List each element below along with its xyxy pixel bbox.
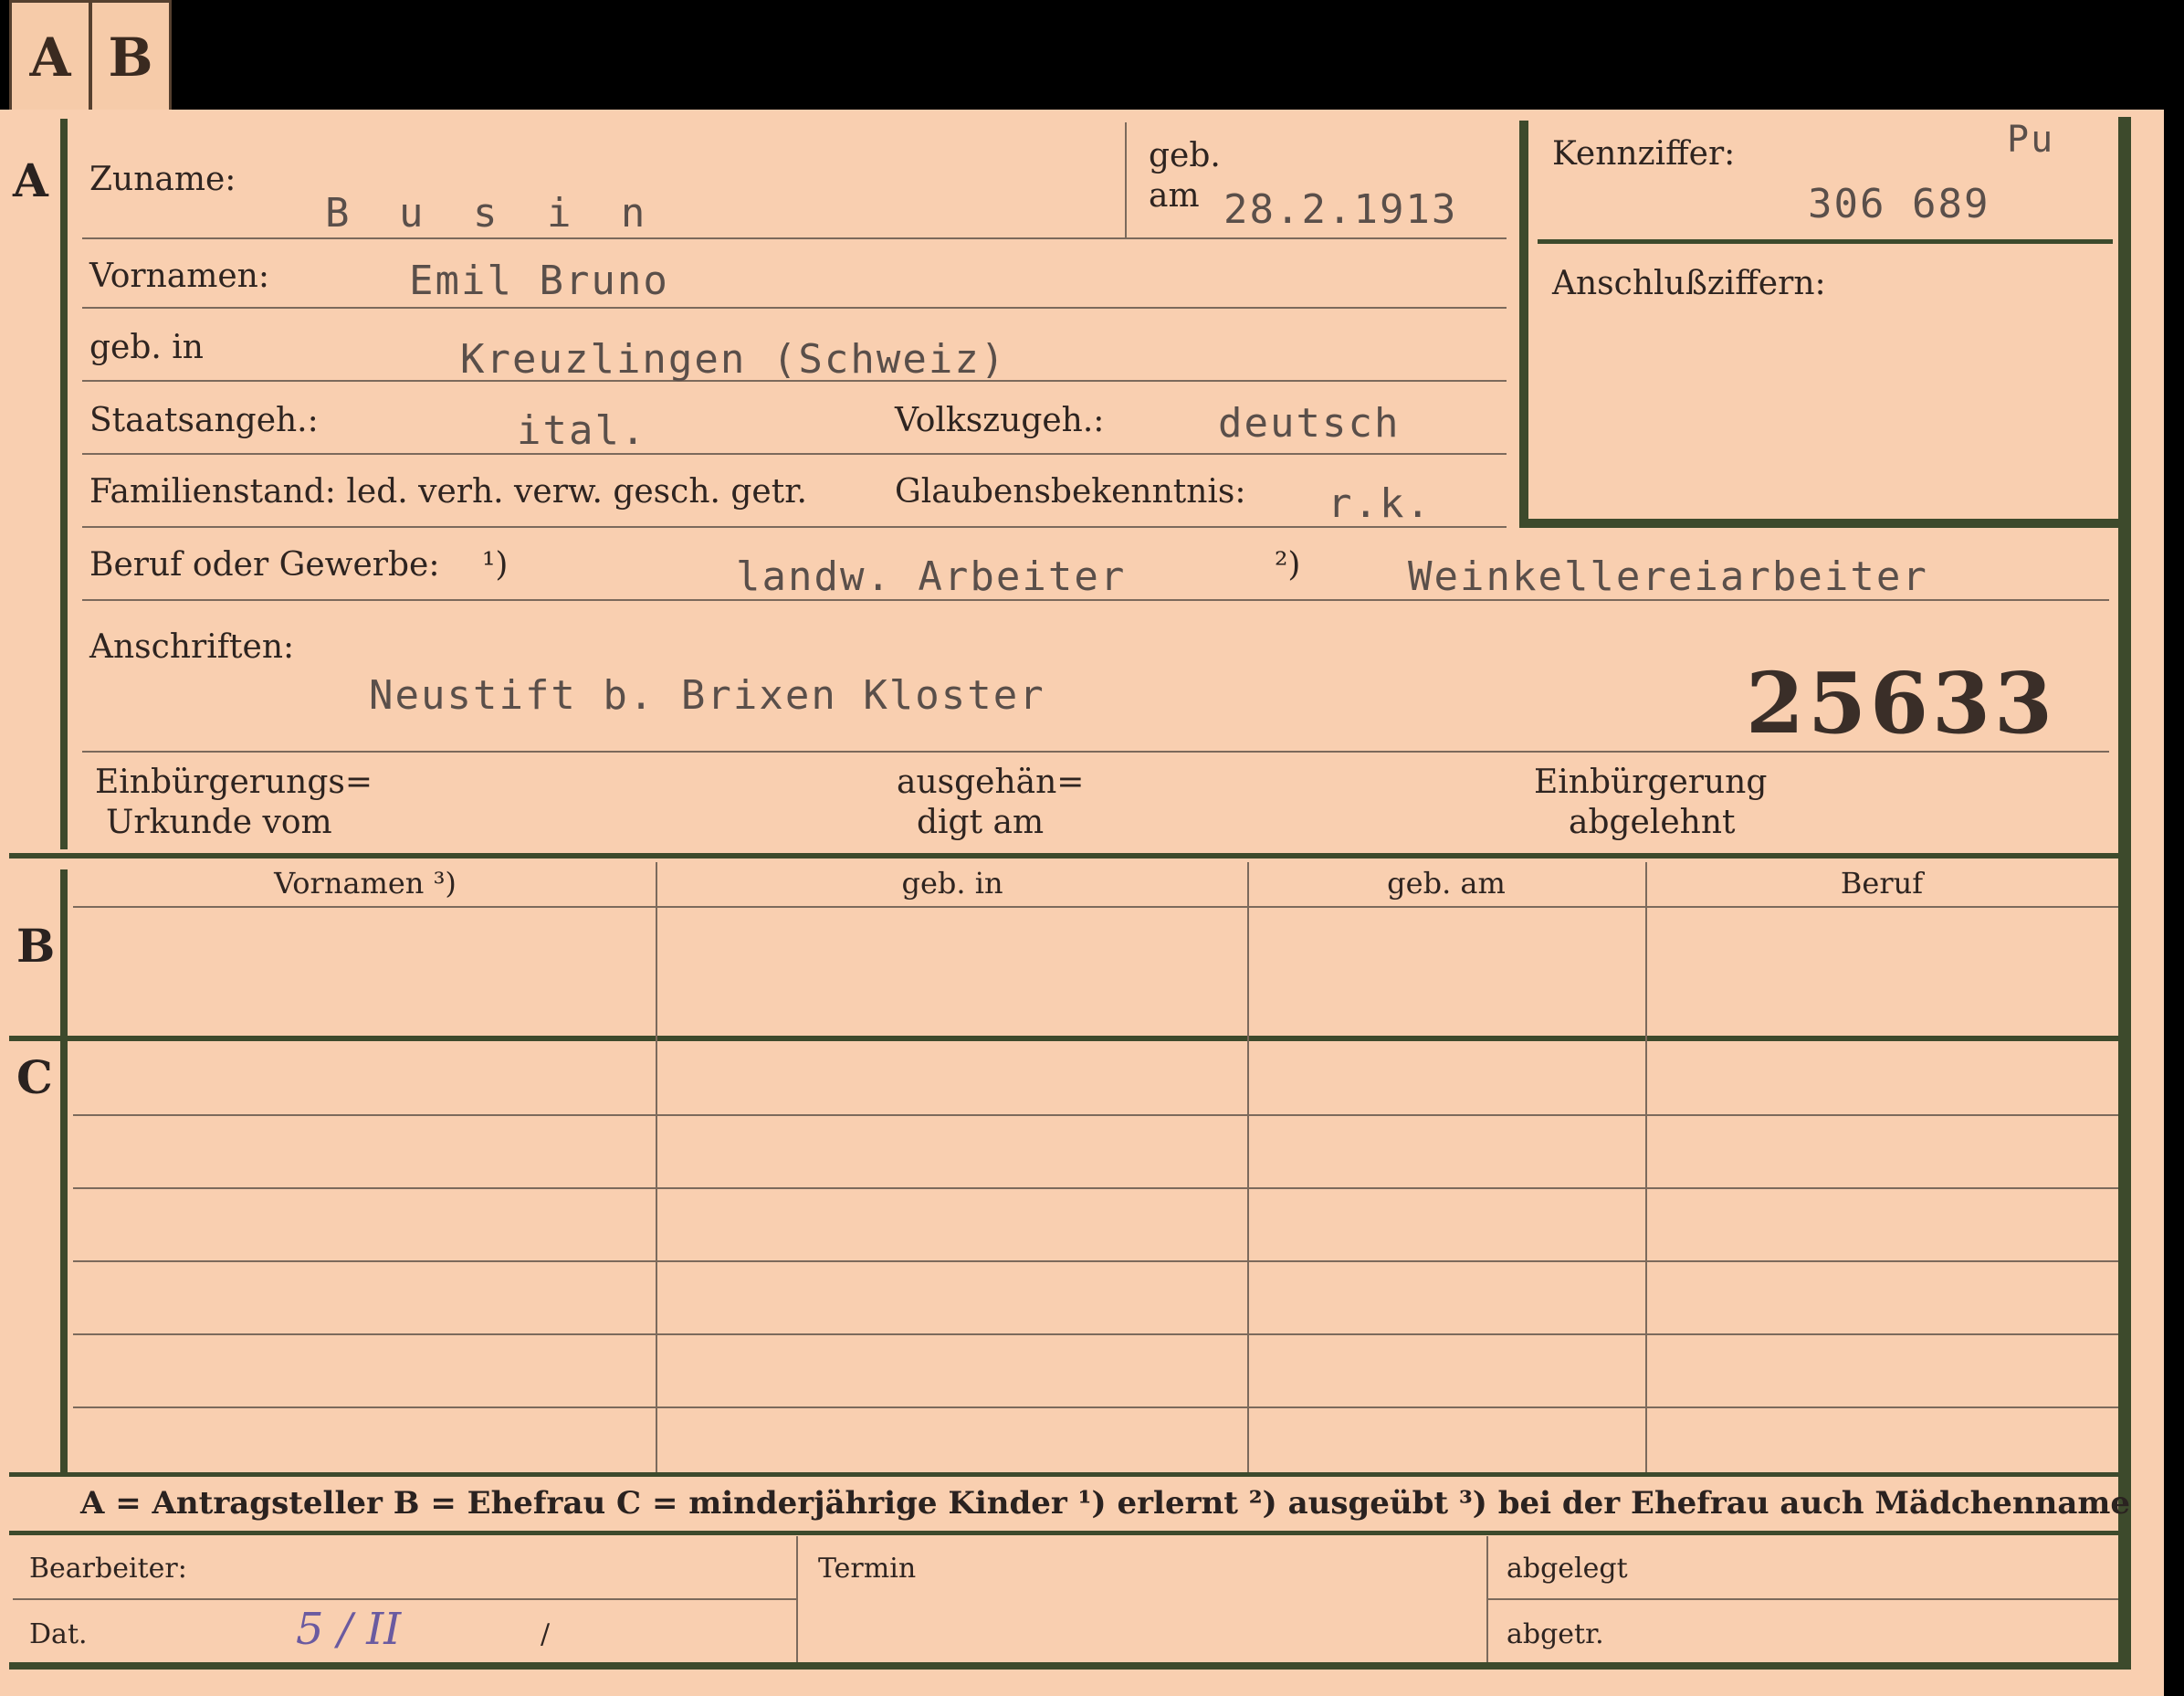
einbuergerung-abgelehnt-label-2: abgelehnt — [1569, 804, 1736, 841]
zuname-label: Zuname: — [89, 161, 236, 198]
geb-am-value: 28.2.1913 — [1223, 186, 1458, 233]
table-row-rule — [73, 1260, 2118, 1262]
kennziffer-box-left — [1519, 121, 1528, 528]
zuname-value: B u s i n — [325, 190, 658, 237]
footer-rule-left — [13, 1598, 796, 1600]
einbuergerungsurkunde-label-1: Einbürgerungs= — [95, 764, 373, 801]
kennziffer-box-bottom — [1519, 519, 2118, 528]
table-row-rule — [73, 1406, 2118, 1408]
vornamen-value: Emil Bruno — [409, 258, 669, 304]
anschlussziffern-label: Anschlußziffern: — [1552, 265, 1826, 302]
footer-rule-right — [1488, 1598, 2118, 1600]
anschrift-value: Neustift b. Brixen Kloster — [369, 672, 1045, 719]
glaubensbekenntnis-label: Glaubensbekenntnis: — [895, 473, 1246, 511]
ausgehaendigt-label-1: ausgehän= — [897, 764, 1085, 801]
rule-familienstand — [82, 526, 1507, 528]
ausgehaendigt-label-2: digt am — [917, 804, 1045, 841]
table-col-line-3 — [1645, 862, 1647, 1472]
staatsangeh-label: Staatsangeh.: — [89, 402, 319, 439]
dat-handwritten-value: 5 / II — [296, 1604, 402, 1655]
rule-vornamen — [82, 307, 1507, 309]
section-c-letter: C — [16, 1050, 53, 1104]
geb-in-value: Kreuzlingen (Schweiz) — [460, 336, 1007, 383]
table-header-vornamen: Vornamen ³) — [274, 866, 457, 901]
termin-label: Termin — [818, 1553, 917, 1585]
beruf-erlernt-value: landw. Arbeiter — [736, 553, 1127, 600]
section-bc-spine — [60, 869, 68, 1472]
table-col-line-1 — [656, 862, 657, 1472]
tab-a: A — [9, 0, 91, 115]
section-a-spine — [60, 119, 68, 849]
divider-legend-top — [9, 1472, 2124, 1477]
table-header-beruf: Beruf — [1840, 866, 1924, 901]
footer-col-line-1 — [796, 1536, 798, 1662]
beruf-label: Beruf oder Gewerbe: — [89, 546, 440, 584]
footnote-2-marker: ²) — [1275, 546, 1301, 584]
divider-legend-bottom — [9, 1531, 2124, 1535]
card-border-bottom — [9, 1662, 2131, 1670]
divider-b-c — [9, 1036, 2124, 1041]
geb-label: geb. — [1149, 137, 1221, 174]
table-row-rule — [73, 1187, 2118, 1189]
index-card — [0, 110, 2164, 1696]
table-header-geb-am: geb. am — [1387, 866, 1506, 901]
table-col-line-2 — [1247, 862, 1249, 1472]
staatsangeh-value: ital. — [517, 407, 647, 454]
card-number: 25633 — [1746, 654, 2057, 753]
table-header-geb-in: geb. in — [901, 866, 1003, 901]
bearbeiter-label: Bearbeiter: — [29, 1553, 187, 1585]
divider-a-b — [9, 853, 2124, 859]
glaubensbekenntnis-value: r.k. — [1328, 480, 1432, 527]
am-label: am — [1149, 177, 1200, 215]
volkszugeh-label: Volkszugeh.: — [895, 402, 1105, 439]
section-b-letter: B — [16, 919, 56, 973]
table-header-rule — [73, 906, 2118, 908]
einbuergerungsurkunde-label-2: Urkunde vom — [106, 804, 332, 841]
beruf-ausgeuebt-value: Weinkellereiarbeiter — [1408, 553, 1928, 600]
kennziffer-label: Kennziffer: — [1552, 135, 1736, 173]
dat-slash: / — [541, 1618, 551, 1650]
legend: A = Antragsteller B = Ehefrau C = minder… — [80, 1485, 2130, 1522]
kennziffer-value: 306 689 — [1808, 181, 1990, 227]
abgetr-label: abgetr. — [1507, 1618, 1604, 1650]
card-border-right — [2118, 117, 2131, 1670]
table-row-rule — [73, 1114, 2118, 1116]
volkszugeh-value: deutsch — [1218, 400, 1401, 447]
kennziffer-box-divider — [1538, 239, 2113, 244]
abgelegt-label: abgelegt — [1507, 1553, 1628, 1585]
rule-geb-am-separator — [1125, 122, 1127, 237]
footnote-1-marker: ¹) — [482, 546, 509, 584]
section-a-letter: A — [13, 153, 48, 207]
rule-staatsangeh — [82, 453, 1507, 455]
familienstand-label: Familienstand: led. verh. verw. gesch. g… — [89, 473, 807, 511]
rule-zuname — [82, 237, 1507, 239]
table-row-rule — [73, 1333, 2118, 1335]
kennziffer-mark: Pu — [2007, 119, 2055, 161]
einbuergerung-abgelehnt-label-1: Einbürgerung — [1534, 764, 1768, 801]
tab-b: B — [89, 0, 172, 115]
vornamen-label: Vornamen: — [89, 258, 269, 295]
anschriften-label: Anschriften: — [89, 628, 295, 666]
geb-in-label: geb. in — [89, 329, 204, 366]
dat-label: Dat. — [29, 1618, 88, 1650]
